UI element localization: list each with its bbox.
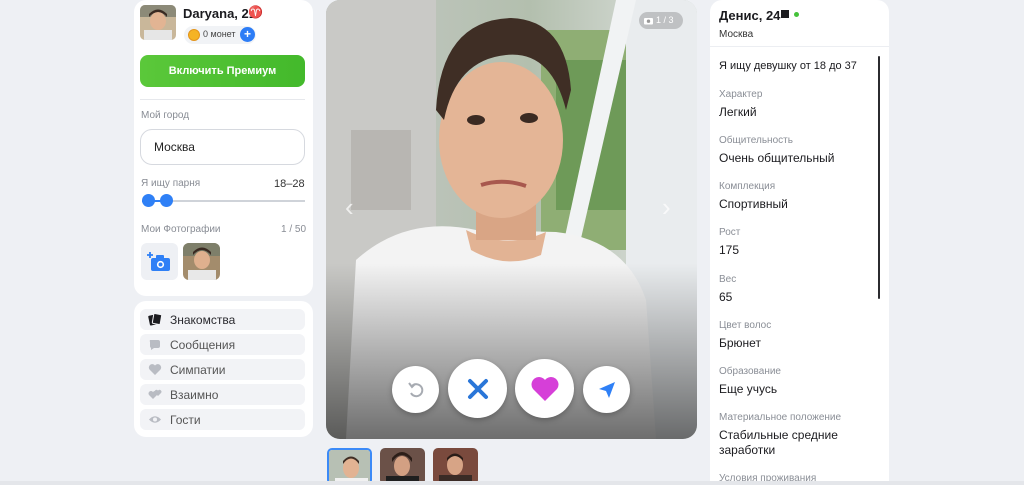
- send-message-button[interactable]: [583, 366, 630, 413]
- send-icon: [598, 381, 615, 398]
- attr-label: Комплекция: [719, 181, 776, 192]
- profile-seeking: Я ищу девушку от 18 до 37: [719, 60, 857, 72]
- online-status-icon: [794, 12, 799, 17]
- photo-counter: 1 / 3: [639, 12, 683, 29]
- next-photo-arrow[interactable]: ›: [662, 192, 671, 223]
- my-photos-label: Мои Фотографии: [141, 224, 221, 235]
- attr-value: Легкий: [719, 105, 757, 119]
- my-profile-card: Daryana, 21 ♈ 0 монет + Включить Премиум…: [134, 0, 313, 296]
- nav-item-label: Симпатии: [170, 363, 226, 377]
- attr-label: Образование: [719, 366, 781, 377]
- age-slider-max-handle[interactable]: [160, 194, 173, 207]
- attr-value: Очень общительный: [719, 151, 835, 165]
- profile-photo[interactable]: [326, 0, 697, 439]
- attr-value: 175: [719, 243, 740, 257]
- age-range-value: 18–28: [274, 178, 305, 190]
- my-avatar[interactable]: [140, 5, 176, 40]
- attr-label: Общительность: [719, 135, 793, 146]
- profile-name: Денис, 24: [719, 8, 781, 23]
- coin-icon: [188, 29, 200, 41]
- attr-value: 65: [719, 290, 733, 304]
- close-icon: [467, 378, 488, 399]
- nav-item-mutual[interactable]: Взаимно: [140, 384, 305, 405]
- nav-item-label: Сообщения: [170, 338, 236, 352]
- city-input[interactable]: Москва: [140, 129, 305, 165]
- attr-label: Вес: [719, 274, 737, 285]
- add-coins-button[interactable]: +: [240, 27, 255, 42]
- age-slider-min-handle[interactable]: [142, 194, 155, 207]
- cards-icon: [148, 313, 162, 326]
- heart-icon: [148, 364, 162, 375]
- dislike-button[interactable]: [448, 359, 507, 418]
- coins-text: 0 монет: [203, 29, 236, 39]
- hearts-icon: [148, 389, 162, 399]
- heart-icon: [531, 377, 558, 401]
- undo-icon: [407, 381, 423, 397]
- eye-icon: [149, 416, 161, 423]
- attr-label: Рост: [719, 227, 741, 238]
- like-button[interactable]: [515, 359, 574, 418]
- my-photo-thumb[interactable]: [183, 243, 220, 280]
- attr-value: Еще учусь: [719, 382, 778, 396]
- my-name: Daryana, 21: [183, 6, 256, 21]
- attr-value: Стабильные средние заработки: [719, 428, 838, 457]
- zodiac-icon: ♈: [248, 5, 263, 19]
- nav-item-label: Гости: [170, 413, 201, 427]
- attr-label: Материальное положение: [719, 412, 842, 423]
- profile-city: Москва: [719, 29, 754, 40]
- photo-counter-text: 1 / 3: [656, 15, 674, 25]
- nav-item-guests[interactable]: Гости: [140, 409, 305, 430]
- divider: [710, 46, 889, 47]
- nav-item-messages[interactable]: Сообщения: [140, 334, 305, 355]
- attr-value: Спортивный: [719, 197, 788, 211]
- camera-icon: [644, 18, 653, 25]
- add-photo-button[interactable]: [141, 243, 178, 280]
- photo-thumb-2[interactable]: [380, 448, 425, 485]
- profile-info-card: Денис, 24 Москва Я ищу девушку от 18 до …: [710, 0, 889, 485]
- camera-plus-icon: [147, 252, 170, 271]
- profile-scrollbar[interactable]: [878, 56, 880, 299]
- navigation-menu: Знакомства Сообщения Симпатии Взаимно Го…: [134, 301, 313, 437]
- premium-button[interactable]: Включить Премиум: [140, 55, 305, 87]
- city-label: Мой город: [141, 110, 190, 121]
- seeking-label: Я ищу парня: [141, 178, 201, 189]
- attr-value: Брюнет: [719, 336, 761, 350]
- nav-item-dating[interactable]: Знакомства: [140, 309, 305, 330]
- nav-item-label: Знакомства: [170, 313, 236, 327]
- my-photos-count: 1 / 50: [281, 224, 307, 235]
- undo-button[interactable]: [392, 366, 439, 413]
- flag-icon: [781, 10, 789, 18]
- photo-thumb-3[interactable]: [433, 448, 478, 485]
- prev-photo-arrow[interactable]: ‹: [345, 192, 354, 223]
- nav-item-likes[interactable]: Симпатии: [140, 359, 305, 380]
- bottom-bar: [0, 481, 1024, 485]
- nav-item-label: Взаимно: [170, 388, 219, 402]
- attr-label: Характер: [719, 89, 763, 100]
- photo-thumb-1[interactable]: [327, 448, 372, 485]
- attr-label: Цвет волос: [719, 320, 772, 331]
- chat-icon: [149, 340, 160, 350]
- divider: [140, 99, 305, 100]
